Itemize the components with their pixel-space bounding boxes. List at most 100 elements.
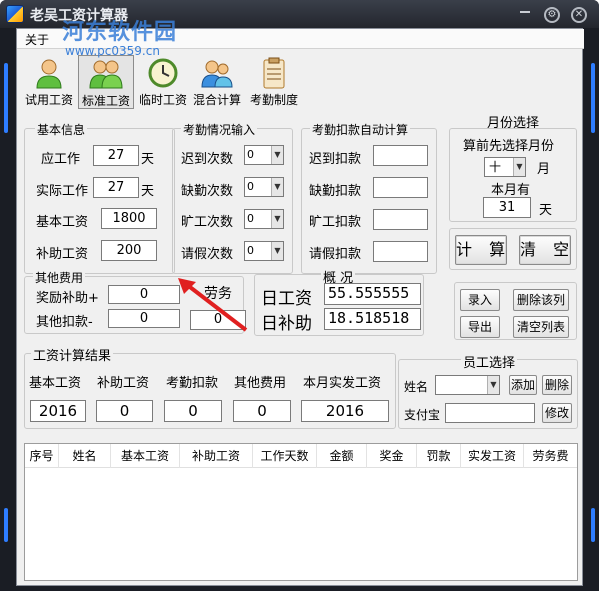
late-count-label: 迟到次数 [181, 152, 234, 167]
bonus-input[interactable]: 0 [108, 285, 180, 304]
allowance-label: 补助工资 [36, 247, 89, 262]
column-header[interactable]: 劳务费 [524, 444, 577, 468]
column-header[interactable]: 罚款 [417, 444, 461, 468]
calculate-button[interactable]: 计 算 [455, 235, 507, 265]
result-attendance-output[interactable]: 0 [164, 400, 222, 422]
daily-wage-output[interactable]: 55.555555 [324, 283, 421, 305]
daily-allowance-label: 日补助 [261, 314, 312, 334]
leave-deduct-output[interactable] [373, 241, 428, 262]
other-deduct-input[interactable]: 0 [108, 309, 180, 328]
spinner-arrow-icon[interactable]: ▼ [271, 178, 283, 196]
close-button[interactable]: ✕ [568, 3, 590, 23]
result-allowance-label: 补助工资 [97, 376, 150, 391]
spinner-arrow-icon[interactable]: ▼ [271, 146, 283, 164]
toolbar-label: 考勤制度 [249, 93, 298, 107]
toolbar-attendance-rules[interactable]: 考勤制度 [246, 55, 302, 109]
month-days-input[interactable]: 31 [483, 197, 531, 218]
menu-item-about[interactable]: 关于 [17, 29, 57, 50]
minimize-button[interactable] [514, 3, 536, 23]
month-select-hint: 算前先选择月份 [463, 139, 555, 154]
late-deduct-output[interactable] [373, 145, 428, 166]
result-other-output[interactable]: 0 [233, 400, 291, 422]
column-header[interactable]: 基本工资 [111, 444, 180, 468]
base-salary-label: 基本工资 [36, 215, 89, 230]
modify-employee-button[interactable]: 修改 [542, 403, 572, 423]
result-other-label: 其他费用 [234, 376, 287, 391]
actual-work-input[interactable]: 27 [93, 177, 139, 198]
base-salary-input[interactable]: 1800 [101, 208, 157, 229]
month-select-dropdown[interactable]: 十 ▼ [484, 157, 526, 177]
enter-record-button[interactable]: 录入 [460, 289, 500, 311]
settings-button[interactable]: ⚙ [541, 3, 563, 23]
title-bar[interactable]: 老吴工资计算器 ⚙ ✕ [0, 0, 599, 28]
minimize-icon [520, 11, 530, 13]
delete-employee-button[interactable]: 删除 [542, 375, 572, 395]
toolbar-label: 临时工资 [138, 93, 187, 107]
group-title: 其他费用 [33, 269, 86, 286]
result-net-label: 本月实发工资 [303, 376, 382, 391]
days-unit-label: 天 [539, 203, 553, 218]
result-base-output[interactable]: 2016 [30, 400, 86, 422]
column-header[interactable]: 姓名 [59, 444, 111, 468]
toolbar-temp-salary[interactable]: 临时工资 [135, 55, 191, 109]
close-icon: ✕ [571, 7, 587, 23]
toolbar-trial-salary[interactable]: 试用工资 [21, 55, 77, 109]
absent-count-label: 缺勤次数 [181, 184, 234, 199]
spinner-arrow-icon[interactable]: ▼ [271, 210, 283, 228]
result-allowance-output[interactable]: 0 [96, 400, 153, 422]
late-count-spinner[interactable]: 0 ▼ [244, 145, 284, 165]
leave-deduct-label: 请假扣款 [309, 247, 362, 262]
clipboard-icon [257, 57, 291, 89]
group-title: 员工选择 [461, 352, 518, 371]
alipay-input[interactable] [445, 403, 535, 423]
spinner-arrow-icon[interactable]: ▼ [271, 242, 283, 260]
right-rail-glow [591, 63, 595, 133]
bonus-label: 奖励补助+ [36, 291, 99, 306]
leave-count-label: 请假次数 [181, 247, 234, 262]
window-title: 老吴工资计算器 [30, 8, 128, 24]
right-frame-rail [583, 28, 599, 591]
toolbar-standard-salary[interactable]: 标准工资 [78, 55, 134, 109]
allowance-input[interactable]: 200 [101, 240, 157, 261]
menu-bar: 关于 [17, 29, 584, 49]
skip-deduct-output[interactable] [373, 209, 428, 230]
spinner-value: 0 [247, 244, 254, 257]
app-icon [6, 5, 24, 23]
clear-list-button[interactable]: 清空列表 [513, 316, 569, 338]
dropdown-arrow-icon[interactable]: ▼ [487, 376, 499, 394]
column-header[interactable]: 序号 [25, 444, 59, 468]
column-header[interactable]: 工作天数 [253, 444, 317, 468]
actual-work-label: 实际工作 [36, 184, 89, 199]
add-employee-button[interactable]: 添加 [509, 375, 537, 395]
dropdown-arrow-icon[interactable]: ▼ [513, 158, 525, 176]
column-header[interactable]: 补助工资 [180, 444, 253, 468]
result-net-output[interactable]: 2016 [301, 400, 389, 422]
clock-icon [146, 57, 180, 89]
column-header[interactable]: 奖金 [367, 444, 417, 468]
skip-count-spinner[interactable]: 0 ▼ [244, 209, 284, 229]
month-unit-label: 月 [537, 162, 551, 177]
clear-button[interactable]: 清 空 [519, 235, 571, 265]
left-rail-glow [4, 508, 8, 542]
salary-records-table[interactable]: 序号 姓名 基本工资 补助工资 工作天数 金额 奖金 罚款 实发工资 劳务费 [24, 443, 578, 581]
daily-wage-label: 日工资 [261, 289, 312, 309]
column-header[interactable]: 实发工资 [461, 444, 524, 468]
toolbar-mixed-calc[interactable]: 混合计算 [189, 55, 245, 109]
delete-row-button[interactable]: 删除该列 [513, 289, 569, 311]
group-title: 考勤情况输入 [181, 121, 258, 138]
month-days-label: 本月有 [491, 183, 531, 198]
skip-count-label: 旷工次数 [181, 215, 234, 230]
should-work-input[interactable]: 27 [93, 145, 139, 166]
export-button[interactable]: 导出 [460, 316, 500, 338]
right-rail-glow [591, 508, 595, 542]
absent-deduct-output[interactable] [373, 177, 428, 198]
group-icon [200, 57, 234, 89]
absent-count-spinner[interactable]: 0 ▼ [244, 177, 284, 197]
column-header[interactable]: 金额 [317, 444, 367, 468]
result-attendance-label: 考勤扣款 [166, 376, 219, 391]
leave-count-spinner[interactable]: 0 ▼ [244, 241, 284, 261]
employee-name-combo[interactable]: ▼ [435, 375, 500, 395]
labor-input[interactable]: 0 [190, 310, 246, 330]
daily-allowance-output[interactable]: 18.518518 [324, 308, 421, 330]
group-title: 工资计算结果 [31, 345, 114, 364]
